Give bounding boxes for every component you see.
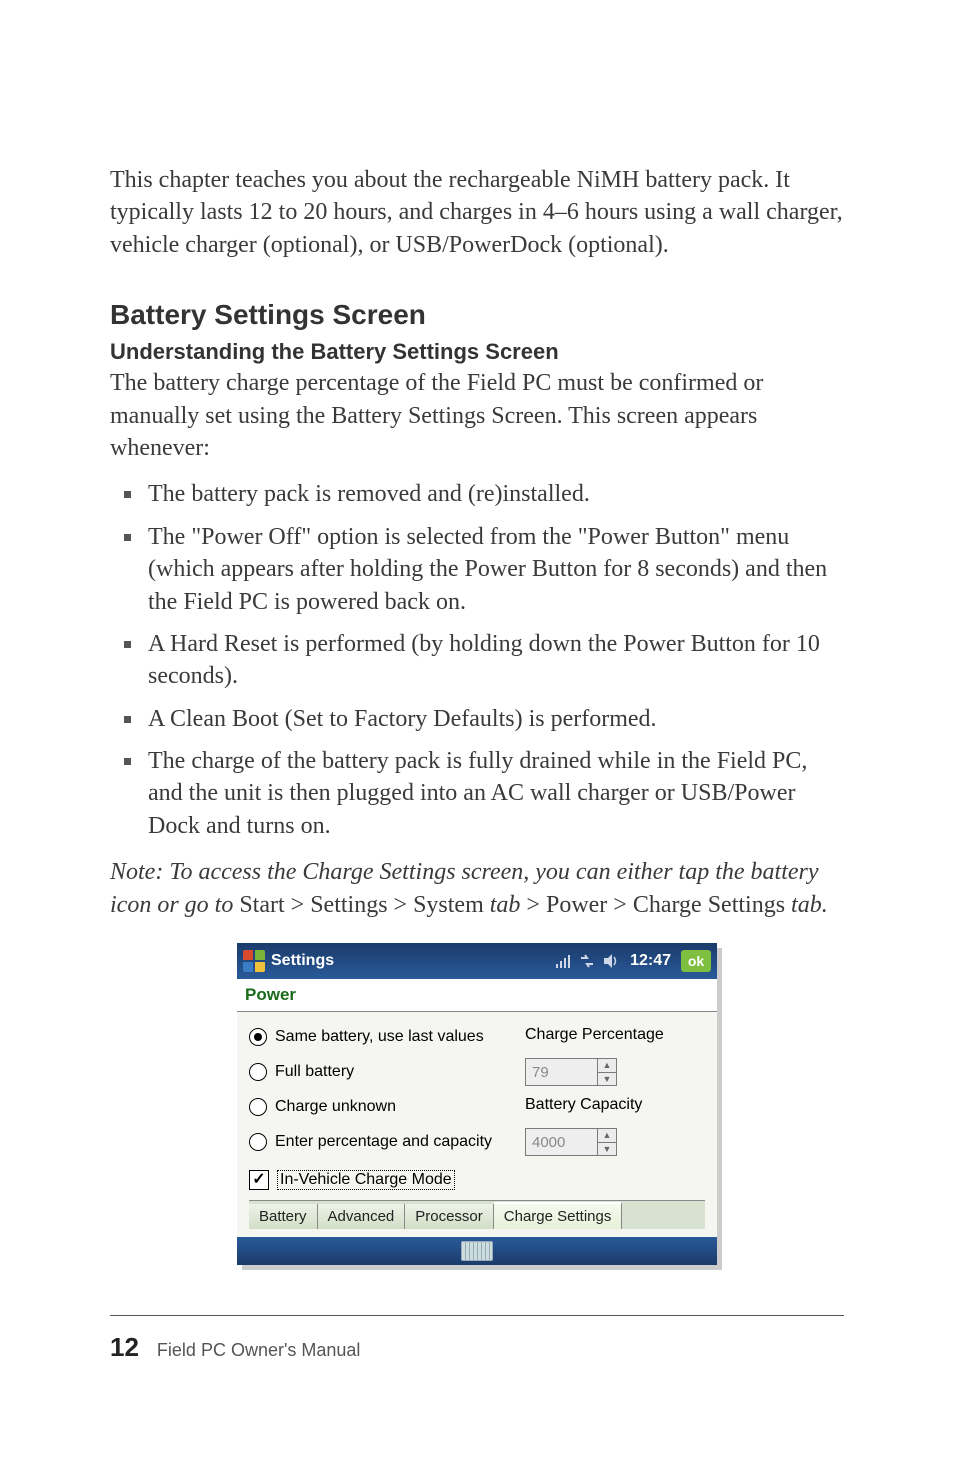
sip-bar [237, 1237, 717, 1265]
clock[interactable]: 12:47 [630, 952, 671, 970]
list-item: The "Power Off" option is selected from … [110, 521, 844, 618]
battery-capacity-value: 4000 [526, 1129, 597, 1155]
list-item: A Hard Reset is performed (by holding do… [110, 628, 844, 693]
checkbox-in-vehicle[interactable] [249, 1170, 269, 1190]
list-item: The charge of the battery pack is fully … [110, 745, 844, 842]
connectivity-icon[interactable] [578, 952, 596, 970]
signal-icon[interactable] [554, 952, 572, 970]
note-tab-word: tab [490, 892, 521, 918]
radio-same-battery[interactable] [249, 1028, 267, 1046]
screenshot-power-settings: Settings 12:47 ok Power [237, 943, 717, 1265]
radio-full-battery[interactable] [249, 1063, 267, 1081]
spin-down-icon[interactable]: ▼ [598, 1073, 616, 1086]
radio-charge-unknown[interactable] [249, 1098, 267, 1116]
spin-up-icon[interactable]: ▲ [598, 1129, 616, 1143]
page-number: 12 [110, 1332, 139, 1363]
tab-battery[interactable]: Battery [249, 1204, 318, 1229]
tab-processor[interactable]: Processor [405, 1204, 494, 1229]
section-heading: Battery Settings Screen [110, 299, 844, 331]
charge-percentage-value: 79 [526, 1059, 597, 1085]
note-path-2: Power > Charge Settings [546, 892, 791, 918]
battery-capacity-label: Battery Capacity [525, 1096, 705, 1114]
tab-advanced[interactable]: Advanced [318, 1204, 406, 1229]
applet-title: Power [237, 979, 717, 1012]
list-item: The battery pack is removed and (re)inst… [110, 478, 844, 510]
spin-down-icon[interactable]: ▼ [598, 1143, 616, 1156]
battery-capacity-input[interactable]: 4000 ▲▼ [525, 1128, 617, 1156]
note-path-1: Start > Settings > System [239, 892, 489, 918]
spin-up-icon[interactable]: ▲ [598, 1059, 616, 1073]
page-footer: 12 Field PC Owner's Manual [110, 1315, 844, 1363]
list-item: A Clean Boot (Set to Factory Defaults) i… [110, 703, 844, 735]
radio-full-battery-label: Full battery [275, 1063, 354, 1081]
bullet-list: The battery pack is removed and (re)inst… [110, 478, 844, 842]
radio-same-battery-label: Same battery, use last values [275, 1028, 484, 1046]
checkbox-in-vehicle-label: In-Vehicle Charge Mode [277, 1170, 455, 1190]
start-icon[interactable] [243, 950, 265, 972]
ok-button[interactable]: ok [681, 950, 711, 972]
footer-text: Field PC Owner's Manual [157, 1340, 361, 1361]
tab-bar: Battery Advanced Processor Charge Settin… [249, 1200, 705, 1229]
radio-enter-percentage[interactable] [249, 1133, 267, 1151]
paragraph-1: The battery charge percentage of the Fie… [110, 367, 844, 464]
window-titlebar: Settings 12:47 ok [237, 943, 717, 979]
subsection-heading: Understanding the Battery Settings Scree… [110, 339, 844, 365]
charge-percentage-input[interactable]: 79 ▲▼ [525, 1058, 617, 1086]
note-sep: > [520, 892, 546, 918]
note-tab-word-2: tab. [791, 892, 828, 918]
radio-charge-unknown-label: Charge unknown [275, 1098, 396, 1116]
settings-panel: Same battery, use last values Charge Per… [237, 1012, 717, 1237]
radio-enter-percentage-label: Enter percentage and capacity [275, 1133, 492, 1151]
charge-percentage-label: Charge Percentage [525, 1026, 705, 1044]
window-title: Settings [271, 952, 334, 970]
volume-icon[interactable] [602, 952, 620, 970]
tab-charge-settings[interactable]: Charge Settings [494, 1202, 623, 1229]
keyboard-icon[interactable] [461, 1241, 493, 1261]
note-paragraph: Note: To access the Charge Settings scre… [110, 856, 844, 921]
intro-paragraph: This chapter teaches you about the recha… [110, 164, 844, 261]
